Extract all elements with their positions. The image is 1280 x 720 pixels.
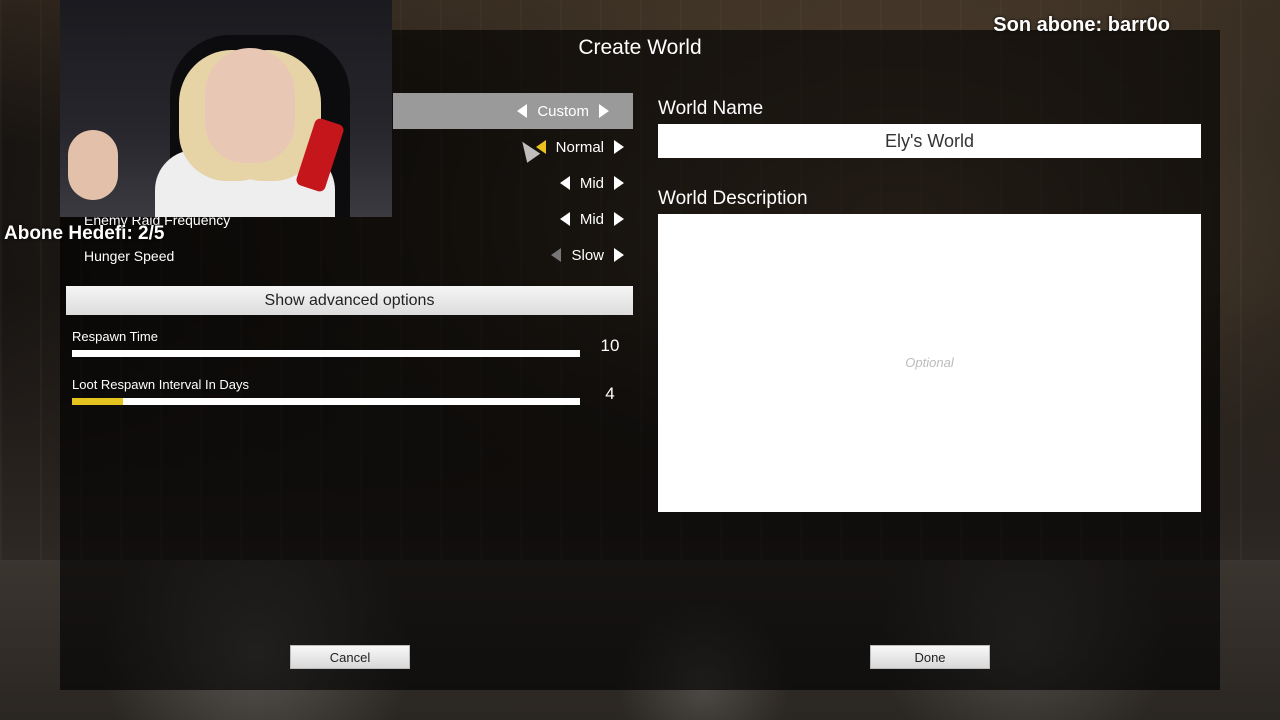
loot-respawn-interval-label: Loot Respawn Interval In Days bbox=[72, 377, 250, 392]
hunger-speed-label: Hunger Speed bbox=[84, 248, 175, 264]
setting-row-1-selector[interactable]: Normal bbox=[526, 130, 634, 164]
setting-row-1-value: Normal bbox=[555, 138, 604, 156]
done-button[interactable]: Done bbox=[870, 645, 990, 669]
show-advanced-options-button[interactable]: Show advanced options bbox=[66, 286, 633, 315]
world-description-label: World Description bbox=[658, 188, 808, 209]
streamer-head bbox=[205, 48, 295, 163]
arrow-right-icon[interactable] bbox=[614, 212, 624, 226]
world-name-label: World Name bbox=[658, 98, 764, 119]
enemy-raid-frequency-value: Mid bbox=[579, 210, 604, 228]
streamer-webcam bbox=[60, 0, 392, 217]
world-description-input[interactable] bbox=[658, 214, 1201, 512]
loot-respawn-interval-value: 4 bbox=[605, 384, 615, 403]
arrow-right-icon[interactable] bbox=[614, 140, 624, 154]
arrow-right-icon[interactable] bbox=[599, 104, 609, 118]
hunger-speed-selector[interactable]: Slow bbox=[541, 238, 634, 272]
arrow-left-icon[interactable] bbox=[517, 104, 528, 118]
loot-respawn-interval-slider[interactable] bbox=[72, 398, 580, 405]
streamer-hand bbox=[68, 130, 118, 200]
respawn-time-slider[interactable] bbox=[72, 350, 580, 357]
world-name-input[interactable] bbox=[658, 124, 1201, 158]
arrow-right-icon[interactable] bbox=[614, 176, 624, 190]
latest-subscriber-overlay: Son abone: barr0o bbox=[993, 14, 1170, 36]
setting-row-2-value: Mid bbox=[579, 174, 604, 192]
setting-row-2-selector[interactable]: Mid bbox=[550, 166, 634, 200]
arrow-left-icon[interactable] bbox=[559, 176, 570, 190]
respawn-time-label: Respawn Time bbox=[72, 329, 158, 344]
cancel-button[interactable]: Cancel bbox=[290, 645, 410, 669]
subscriber-goal-overlay: Abone Hedefi: 2/5 bbox=[4, 223, 165, 244]
respawn-time-slider-fill bbox=[72, 350, 580, 357]
arrow-left-icon[interactable] bbox=[551, 248, 562, 262]
preset-selector[interactable]: Custom bbox=[393, 93, 633, 129]
respawn-time-value: 10 bbox=[600, 336, 620, 355]
preset-value: Custom bbox=[537, 102, 589, 120]
arrow-right-icon[interactable] bbox=[614, 248, 624, 262]
arrow-left-icon[interactable] bbox=[559, 212, 570, 226]
enemy-raid-frequency-selector[interactable]: Mid bbox=[550, 202, 634, 236]
hunger-speed-value: Slow bbox=[571, 246, 604, 264]
loot-respawn-interval-slider-fill bbox=[72, 398, 123, 405]
